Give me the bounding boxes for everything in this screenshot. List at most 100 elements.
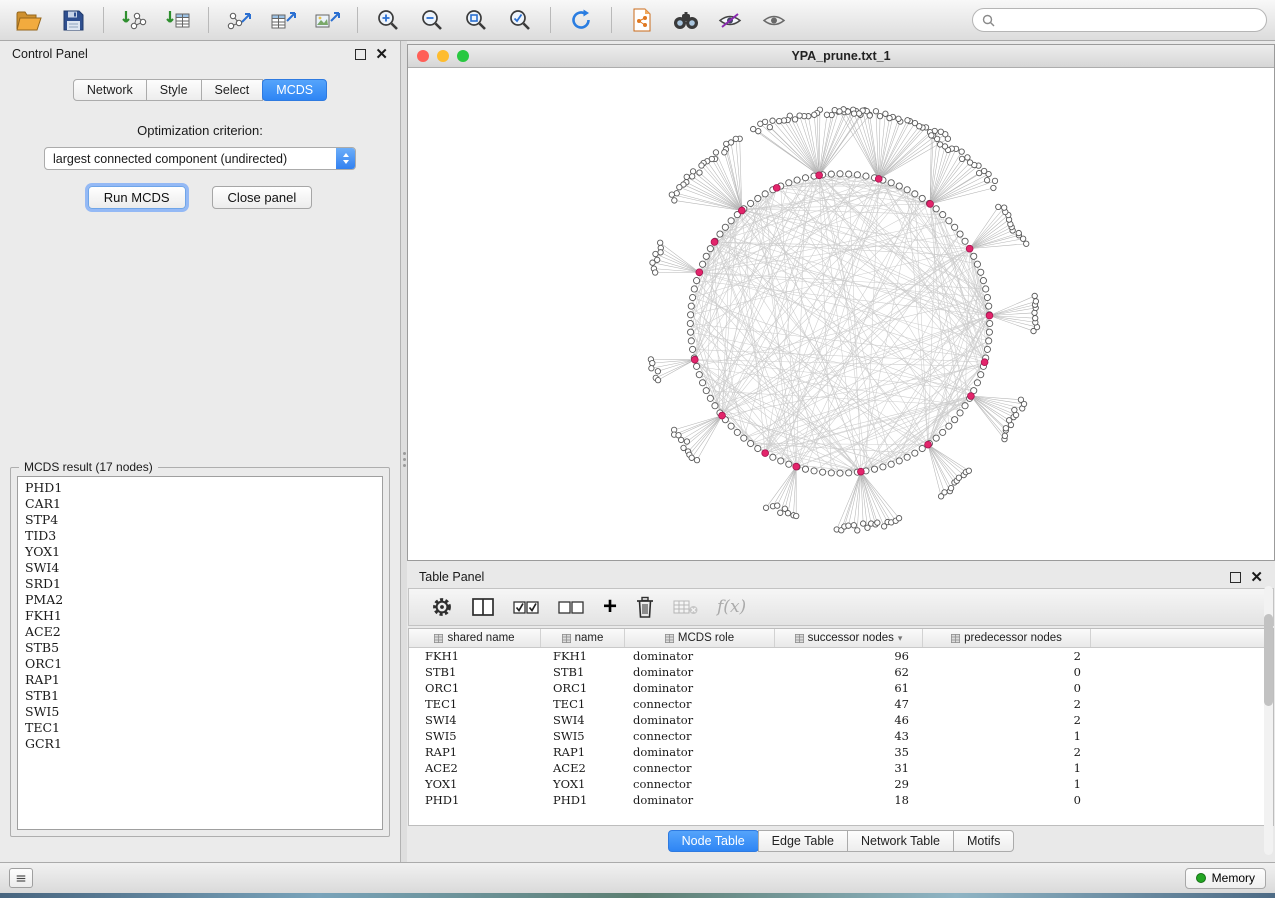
network-window-titlebar[interactable]: YPA_prune.txt_1	[408, 45, 1274, 68]
tab-select[interactable]: Select	[201, 79, 264, 101]
search-input[interactable]	[1001, 12, 1257, 28]
cell-name: YOX1	[541, 777, 625, 791]
tab-edge-table[interactable]: Edge Table	[758, 830, 848, 852]
mcds-node-item[interactable]: PHD1	[18, 480, 382, 496]
scrollbar-thumb[interactable]	[1264, 614, 1273, 706]
zoom-out-button[interactable]	[411, 3, 453, 37]
mcds-node-item[interactable]: ACE2	[18, 624, 382, 640]
zoom-selected-button[interactable]	[499, 3, 541, 37]
mcds-node-item[interactable]: SRD1	[18, 576, 382, 592]
function-builder-button[interactable]: f(x)	[717, 597, 746, 617]
table-row[interactable]: RAP1RAP1dominator352	[409, 744, 1273, 760]
control-panel-tabs: NetworkStyleSelectMCDS	[73, 79, 327, 101]
table-row[interactable]: FKH1FKH1dominator962	[409, 648, 1273, 664]
import-network-button[interactable]	[113, 3, 155, 37]
mcds-node-item[interactable]: PMA2	[18, 592, 382, 608]
zoom-fit-button[interactable]	[455, 3, 497, 37]
search-network-button[interactable]	[665, 3, 707, 37]
show-columns-button[interactable]	[472, 598, 494, 616]
mcds-node-item[interactable]: TEC1	[18, 720, 382, 736]
run-mcds-button[interactable]: Run MCDS	[88, 186, 186, 209]
select-all-button[interactable]	[513, 600, 539, 615]
mcds-node-item[interactable]: CAR1	[18, 496, 382, 512]
network-canvas[interactable]	[408, 68, 1274, 560]
column-header-predecessor-nodes[interactable]: predecessor nodes	[923, 629, 1091, 647]
export-network-button[interactable]	[218, 3, 260, 37]
create-column-button[interactable]: +	[603, 595, 617, 619]
search-box[interactable]	[972, 8, 1267, 32]
cell-shared_name: RAP1	[409, 745, 541, 759]
table-row[interactable]: PHD1PHD1dominator180	[409, 792, 1273, 808]
float-panel-icon[interactable]	[355, 49, 366, 60]
mcds-node-item[interactable]: ORC1	[18, 656, 382, 672]
cell-successor_nodes: 96	[775, 649, 923, 663]
cell-predecessor_nodes: 2	[923, 697, 1091, 711]
gear-icon	[431, 596, 453, 618]
mcds-result-list[interactable]: PHD1CAR1STP4TID3YOX1SWI4SRD1PMA2FKH1ACE2…	[17, 476, 383, 830]
network-graph[interactable]	[408, 68, 1274, 560]
mcds-node-item[interactable]: RAP1	[18, 672, 382, 688]
tab-node-table[interactable]: Node Table	[668, 830, 759, 852]
mcds-node-item[interactable]: STP4	[18, 512, 382, 528]
column-header-filler	[1091, 629, 1273, 647]
cell-successor_nodes: 29	[775, 777, 923, 791]
table-row[interactable]: STB1STB1dominator620	[409, 664, 1273, 680]
panel-menu-button[interactable]	[9, 868, 33, 888]
mcds-node-item[interactable]: TID3	[18, 528, 382, 544]
mcds-node-item[interactable]: GCR1	[18, 736, 382, 752]
float-table-panel-icon[interactable]	[1230, 572, 1241, 583]
table-scrollbar[interactable]	[1264, 586, 1273, 855]
close-panel-icon[interactable]: ✕	[375, 47, 388, 62]
close-panel-button[interactable]: Close panel	[212, 186, 313, 209]
cell-shared_name: ACE2	[409, 761, 541, 775]
delete-column-button[interactable]	[636, 596, 654, 618]
column-header-name[interactable]: name	[541, 629, 625, 647]
close-window-icon[interactable]	[417, 50, 429, 62]
table-row[interactable]: SWI5SWI5connector431	[409, 728, 1273, 744]
unchecked-boxes-icon	[558, 600, 584, 615]
mcds-node-item[interactable]: FKH1	[18, 608, 382, 624]
cell-mcds_role: connector	[625, 729, 775, 743]
clear-table-button[interactable]	[673, 599, 698, 615]
table-row[interactable]: ORC1ORC1dominator610	[409, 680, 1273, 696]
tab-network-table[interactable]: Network Table	[847, 830, 954, 852]
mcds-node-item[interactable]: SWI5	[18, 704, 382, 720]
import-table-icon	[165, 9, 191, 31]
mcds-node-item[interactable]: STB1	[18, 688, 382, 704]
column-header-successor-nodes[interactable]: successor nodes▾	[775, 629, 923, 647]
column-header-MCDS-role[interactable]: MCDS role	[625, 629, 775, 647]
optimization-criterion-select[interactable]: largest connected component (undirected)	[44, 147, 356, 170]
export-image-button[interactable]	[306, 3, 348, 37]
memory-button[interactable]: Memory	[1185, 868, 1266, 889]
refresh-layout-button[interactable]	[560, 3, 602, 37]
cell-shared_name: TEC1	[409, 697, 541, 711]
maximize-window-icon[interactable]	[457, 50, 469, 62]
export-document-button[interactable]	[621, 3, 663, 37]
cell-name: ORC1	[541, 681, 625, 695]
table-row[interactable]: SWI4SWI4dominator462	[409, 712, 1273, 728]
save-session-button[interactable]	[52, 3, 94, 37]
tab-network[interactable]: Network	[73, 79, 147, 101]
tab-motifs[interactable]: Motifs	[953, 830, 1014, 852]
mcds-node-item[interactable]: SWI4	[18, 560, 382, 576]
minimize-window-icon[interactable]	[437, 50, 449, 62]
table-settings-button[interactable]	[431, 596, 453, 618]
export-table-button[interactable]	[262, 3, 304, 37]
tab-style[interactable]: Style	[146, 79, 202, 101]
mcds-node-item[interactable]: YOX1	[18, 544, 382, 560]
deselect-all-button[interactable]	[558, 600, 584, 615]
import-table-button[interactable]	[157, 3, 199, 37]
table-body: FKH1FKH1dominator962STB1STB1dominator620…	[409, 648, 1273, 808]
table-row[interactable]: TEC1TEC1connector472	[409, 696, 1273, 712]
tab-mcds[interactable]: MCDS	[262, 79, 327, 101]
mcds-node-item[interactable]: STB5	[18, 640, 382, 656]
zoom-in-button[interactable]	[367, 3, 409, 37]
open-file-button[interactable]	[8, 3, 50, 37]
toolbar-separator	[550, 7, 551, 33]
close-table-panel-icon[interactable]: ✕	[1250, 570, 1263, 585]
show-details-button[interactable]	[753, 3, 795, 37]
table-row[interactable]: ACE2ACE2connector311	[409, 760, 1273, 776]
table-row[interactable]: YOX1YOX1connector291	[409, 776, 1273, 792]
hide-details-button[interactable]	[709, 3, 751, 37]
column-header-shared-name[interactable]: shared name	[409, 629, 541, 647]
